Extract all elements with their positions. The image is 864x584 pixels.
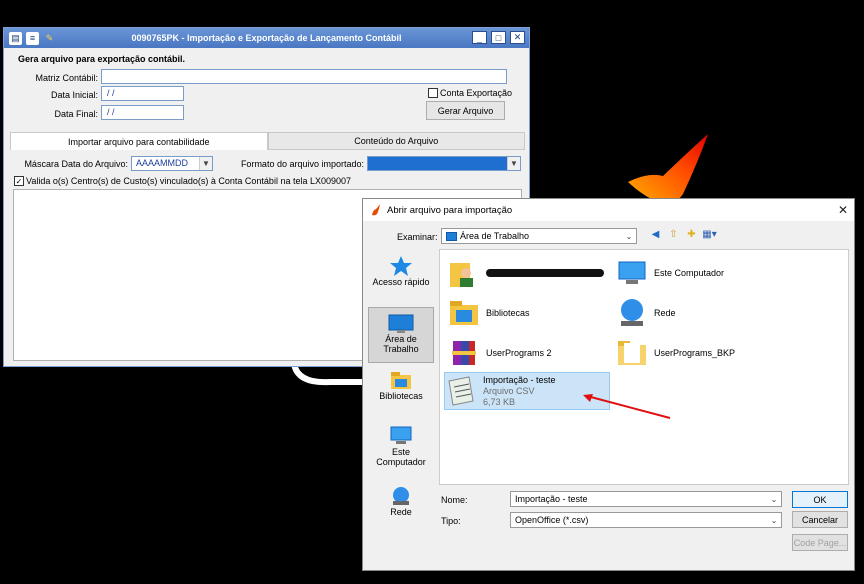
main-title-bar: ▤ ≡ ✎ 0090765PK - Importação e Exportaçã… xyxy=(4,28,529,48)
conta-exportacao-checkbox[interactable] xyxy=(428,88,438,98)
mascara-label: Máscara Data do Arquivo: xyxy=(24,159,128,169)
computer-icon xyxy=(390,426,412,444)
file-name-label: Nome: xyxy=(441,495,468,505)
close-icon[interactable]: ✕ xyxy=(510,31,525,44)
libraries-icon xyxy=(450,301,478,325)
places-bar: Acesso rápido Área de Trabalho Bibliotec… xyxy=(366,249,436,539)
chevron-down-icon[interactable]: ⌄ xyxy=(767,516,781,525)
file-name: Importação - teste xyxy=(483,375,556,385)
desktop-icon xyxy=(388,314,414,333)
list-item-user-folder[interactable] xyxy=(448,256,618,290)
star-icon xyxy=(390,256,412,276)
file-type: Arquivo CSV xyxy=(483,386,535,396)
main-window-title: 0090765PK - Importação e Exportação de L… xyxy=(131,33,402,43)
list-item-userprograms-2[interactable]: UserPrograms 2 xyxy=(448,336,618,370)
chevron-down-icon[interactable]: ▼ xyxy=(199,157,212,170)
ok-button[interactable]: OK xyxy=(792,491,848,508)
file-type-label: Tipo: xyxy=(441,516,461,526)
matriz-label: Matriz Contábil: xyxy=(35,73,98,83)
formato-label: Formato do arquivo importado: xyxy=(240,159,364,169)
place-network[interactable]: Rede xyxy=(368,485,434,525)
tab-strip: Importar arquivo para contabilidade Cont… xyxy=(10,132,525,150)
valida-checkbox[interactable]: ✓ xyxy=(14,176,24,186)
dialog-title: Abrir arquivo para importação xyxy=(387,204,513,216)
user-folder-icon xyxy=(450,263,473,287)
redacted-name xyxy=(486,269,604,277)
section-title: Gera arquivo para exportação contábil. xyxy=(18,54,186,64)
valida-label: Valida o(s) Centro(s) de Custo(s) vincul… xyxy=(26,176,352,186)
place-libraries[interactable]: Bibliotecas xyxy=(368,369,434,409)
code-page-button[interactable]: Code Page... xyxy=(792,534,848,551)
desktop-icon xyxy=(446,231,457,241)
document-icon[interactable]: ▤ xyxy=(9,31,22,45)
open-file-dialog: Abrir arquivo para importação ✕ Examinar… xyxy=(362,198,855,571)
network-icon xyxy=(621,299,643,326)
data-inicial-field[interactable]: / / xyxy=(101,86,184,101)
annotation-arrow xyxy=(583,394,671,419)
libraries-icon xyxy=(391,372,411,389)
gerar-arquivo-button[interactable]: Gerar Arquivo xyxy=(426,101,505,120)
conta-exportacao-label: Conta Exportação xyxy=(440,88,513,98)
view-menu-icon[interactable]: ▦▾ xyxy=(702,228,716,241)
network-icon xyxy=(393,487,409,505)
traffic-light-icon[interactable]: ≡ xyxy=(26,31,39,45)
wrench-icon[interactable]: ✎ xyxy=(43,32,56,45)
up-folder-icon[interactable]: ⇧ xyxy=(667,228,680,241)
formato-value xyxy=(368,157,507,170)
folder-icon xyxy=(618,341,646,365)
chevron-down-icon[interactable]: ▼ xyxy=(507,157,520,170)
look-in-value: Área de Trabalho xyxy=(460,231,530,241)
list-item-libraries[interactable]: Bibliotecas xyxy=(448,296,618,330)
dialog-title-bar: Abrir arquivo para importação xyxy=(363,199,854,221)
nav-toolbar: ◀ ⇧ ✚ ▦▾ xyxy=(649,228,717,241)
place-this-pc[interactable]: Este Computador xyxy=(368,425,434,473)
mascara-select[interactable]: AAAAMMDD ▼ xyxy=(131,156,213,171)
data-inicial-label: Data Inicial: xyxy=(50,90,98,100)
tab-importar[interactable]: Importar arquivo para contabilidade xyxy=(10,132,268,150)
tab-conteudo[interactable]: Conteúdo do Arquivo xyxy=(267,132,525,150)
app-flame-icon xyxy=(372,204,380,216)
formato-select[interactable]: ▼ xyxy=(367,156,521,171)
file-list: Este Computador Bibliotecas Rede UserPro… xyxy=(439,249,849,485)
winrar-icon xyxy=(452,341,476,365)
file-size: 6,73 KB xyxy=(483,397,516,407)
new-folder-icon[interactable]: ✚ xyxy=(685,228,698,241)
mascara-value: AAAAMMDD xyxy=(136,158,189,168)
chevron-down-icon[interactable]: ⌄ xyxy=(622,232,636,241)
place-desktop[interactable]: Área de Trabalho xyxy=(368,307,434,363)
back-icon[interactable]: ◀ xyxy=(649,228,662,241)
look-in-label: Examinar: xyxy=(397,232,438,242)
file-name-input[interactable]: Importação - teste ⌄ xyxy=(510,491,782,507)
close-icon[interactable]: ✕ xyxy=(838,203,848,217)
csv-file-icon xyxy=(448,376,474,406)
computer-icon xyxy=(618,261,646,284)
minimize-icon[interactable]: _ xyxy=(472,31,487,44)
file-type-select[interactable]: OpenOffice (*.csv) ⌄ xyxy=(510,512,782,528)
chevron-down-icon[interactable]: ⌄ xyxy=(767,495,781,504)
data-final-field[interactable]: / / xyxy=(101,105,184,120)
maximize-icon[interactable]: □ xyxy=(491,31,506,44)
list-item-userprograms-bkp[interactable]: UserPrograms_BKP xyxy=(616,336,786,370)
cancel-button[interactable]: Cancelar xyxy=(792,511,848,528)
data-final-label: Data Final: xyxy=(54,109,98,119)
list-item-network[interactable]: Rede xyxy=(616,296,786,330)
list-item-this-pc[interactable]: Este Computador xyxy=(616,256,786,290)
matriz-field[interactable] xyxy=(101,69,507,84)
look-in-select[interactable]: Área de Trabalho ⌄ xyxy=(441,228,637,244)
place-quick-access[interactable]: Acesso rápido xyxy=(368,255,434,299)
